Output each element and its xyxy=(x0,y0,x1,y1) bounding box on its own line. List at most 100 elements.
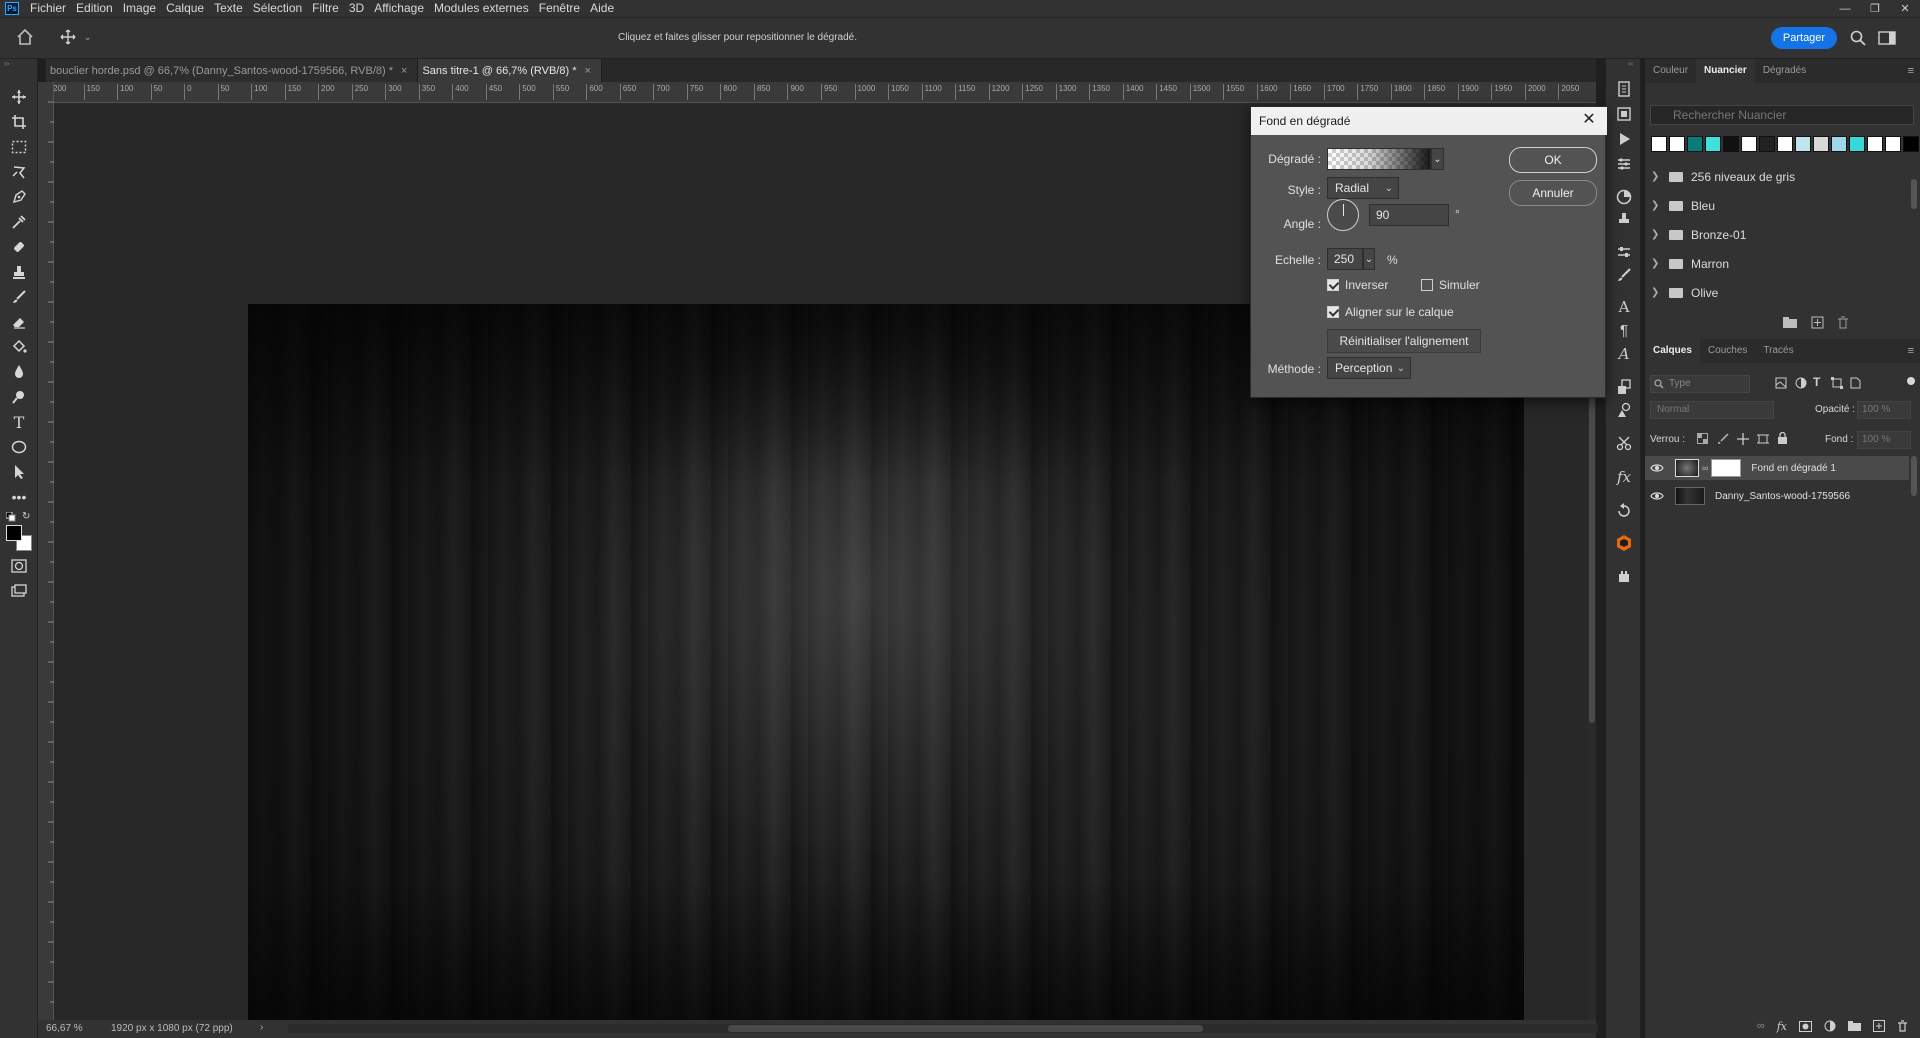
delete-layer-icon[interactable] xyxy=(1897,1020,1908,1032)
swatch[interactable] xyxy=(1777,136,1793,152)
panel-menu-icon[interactable]: ≡ xyxy=(1908,345,1914,357)
properties-icon[interactable] xyxy=(1614,242,1634,262)
move-tool-option-icon[interactable] xyxy=(60,29,76,45)
dodge-tool-icon[interactable] xyxy=(8,387,30,407)
character-icon[interactable]: A xyxy=(1614,297,1634,317)
method-select[interactable]: Perception ⌄ xyxy=(1327,357,1411,379)
angle-dial[interactable] xyxy=(1327,199,1359,231)
align-checkbox[interactable] xyxy=(1327,306,1339,318)
type-tool-icon[interactable]: T xyxy=(8,412,30,432)
menu-image[interactable]: Image xyxy=(118,0,161,17)
swatch[interactable] xyxy=(1723,136,1739,152)
chevron-down-icon[interactable]: ⌄ xyxy=(1431,148,1444,170)
filter-adjustment-icon[interactable] xyxy=(1795,377,1807,389)
marquee-tool-icon[interactable] xyxy=(8,137,30,157)
swatch[interactable] xyxy=(1903,136,1919,152)
move-tool-icon[interactable] xyxy=(8,87,30,107)
layer-filter-select[interactable]: Type xyxy=(1650,375,1750,393)
panel-menu-icon[interactable]: ≡ xyxy=(1908,65,1914,77)
brush-tool-icon[interactable] xyxy=(8,287,30,307)
healing-brush-icon[interactable] xyxy=(8,237,30,257)
horizontal-scrollbar[interactable] xyxy=(288,1024,1598,1033)
swatch-folder[interactable]: ❯ 256 niveaux de gris xyxy=(1651,165,1909,188)
adjustment-layer-icon[interactable] xyxy=(1824,1020,1836,1032)
swatch-scroll-thumb[interactable] xyxy=(1911,179,1917,209)
chevron-down-icon[interactable]: ⌄ xyxy=(1363,248,1375,270)
menu-3d[interactable]: 3D xyxy=(344,0,369,17)
dialog-title[interactable]: Fond en dégradé xyxy=(1251,107,1607,135)
close-tab-icon[interactable]: × xyxy=(401,65,407,77)
menu-fenetre[interactable]: Fenêtre xyxy=(534,0,585,17)
swatch-folder[interactable]: ❯ Olive xyxy=(1651,281,1909,304)
ok-button[interactable]: OK xyxy=(1509,147,1597,173)
swatch-folder[interactable]: ❯ Bleu xyxy=(1651,194,1909,217)
status-menu-chevron-icon[interactable]: › xyxy=(260,1022,263,1033)
tab-calques[interactable]: Calques xyxy=(1645,339,1700,363)
close-tab-icon[interactable]: × xyxy=(584,65,590,77)
opacity-input[interactable]: 100 % xyxy=(1857,401,1911,419)
chevron-right-icon[interactable]: ❯ xyxy=(1651,200,1661,211)
eraser-tool-icon[interactable] xyxy=(8,312,30,332)
blur-tool-icon[interactable] xyxy=(8,362,30,382)
tab-nuancier[interactable]: Nuancier xyxy=(1696,59,1755,83)
lock-transparent-icon[interactable] xyxy=(1697,433,1708,444)
tool-presets-icon[interactable] xyxy=(1614,433,1634,453)
swatch[interactable] xyxy=(1705,136,1721,152)
horizontal-scroll-thumb[interactable] xyxy=(728,1025,1203,1032)
swatch-search-input[interactable]: Rechercher Nuancier xyxy=(1650,105,1914,125)
menu-affichage[interactable]: Affichage xyxy=(369,0,429,17)
adjustments-sliders-icon[interactable] xyxy=(1614,154,1634,174)
new-layer-icon[interactable] xyxy=(1873,1020,1885,1032)
swatch[interactable] xyxy=(1759,136,1775,152)
swatch[interactable] xyxy=(1795,136,1811,152)
clone-source-icon[interactable] xyxy=(1614,377,1634,397)
delete-swatch-icon[interactable] xyxy=(1837,316,1849,329)
swatch[interactable] xyxy=(1669,136,1685,152)
default-colors-icon[interactable] xyxy=(6,512,16,522)
foreground-color-swatch[interactable] xyxy=(6,525,22,541)
lock-all-icon[interactable] xyxy=(1777,432,1788,444)
close-icon[interactable]: ✕ xyxy=(1581,112,1597,128)
reset-alignment-button[interactable]: Réinitialiser l'alignement xyxy=(1327,329,1481,353)
swatch-folder[interactable]: ❯ Bronze-01 xyxy=(1651,223,1909,246)
menu-filtre[interactable]: Filtre xyxy=(307,0,344,17)
collapse-panels-icon[interactable]: ‹‹ xyxy=(1628,59,1633,68)
swatch[interactable] xyxy=(1831,136,1847,152)
swatch[interactable] xyxy=(1687,136,1703,152)
menu-texte[interactable]: Texte xyxy=(209,0,248,17)
quick-mask-icon[interactable] xyxy=(8,556,30,576)
filter-type-icon[interactable]: T xyxy=(1813,375,1820,389)
gradient-fill-thumbnail[interactable] xyxy=(1675,459,1699,477)
scale-input[interactable]: 250 xyxy=(1327,248,1363,270)
angle-input[interactable]: 90 xyxy=(1369,204,1449,226)
share-button[interactable]: Partager xyxy=(1771,27,1837,49)
tab-degrades[interactable]: Dégradés xyxy=(1755,59,1814,83)
paragraph-icon[interactable]: ¶ xyxy=(1614,320,1634,340)
menu-selection[interactable]: Sélection xyxy=(248,0,307,17)
history-icon[interactable] xyxy=(1614,79,1634,99)
lock-artboard-icon[interactable] xyxy=(1757,433,1769,445)
swatch-folder[interactable]: ❯ Marron xyxy=(1651,252,1909,275)
menu-calque[interactable]: Calque xyxy=(161,0,209,17)
pen-tool-icon[interactable] xyxy=(8,187,30,207)
menu-aide[interactable]: Aide xyxy=(585,0,619,17)
3d-icon[interactable] xyxy=(1614,500,1634,520)
filter-pixel-icon[interactable] xyxy=(1775,377,1787,389)
lasso-tool-icon[interactable] xyxy=(8,162,30,182)
plugins-panel-icon[interactable] xyxy=(1614,567,1634,587)
document-canvas[interactable] xyxy=(248,304,1524,1023)
eye-icon[interactable] xyxy=(1645,491,1669,501)
filter-smart-object-icon[interactable] xyxy=(1849,377,1861,389)
swap-colors-icon[interactable]: ↻ xyxy=(22,511,30,522)
chevron-right-icon[interactable]: ❯ xyxy=(1651,229,1661,240)
eye-icon[interactable] xyxy=(1645,463,1669,473)
lock-pixels-icon[interactable] xyxy=(1717,433,1729,445)
close-window-icon[interactable]: ✕ xyxy=(1890,0,1920,17)
color-swatches[interactable] xyxy=(6,525,32,551)
tab-traces[interactable]: Tracés xyxy=(1755,339,1801,363)
new-group-icon[interactable] xyxy=(1848,1021,1861,1031)
stamp-panel-icon[interactable] xyxy=(1614,209,1634,229)
chevron-right-icon[interactable]: ❯ xyxy=(1651,171,1661,182)
glyphs-icon[interactable]: A xyxy=(1614,344,1634,364)
chevron-right-icon[interactable]: ❯ xyxy=(1651,287,1661,298)
